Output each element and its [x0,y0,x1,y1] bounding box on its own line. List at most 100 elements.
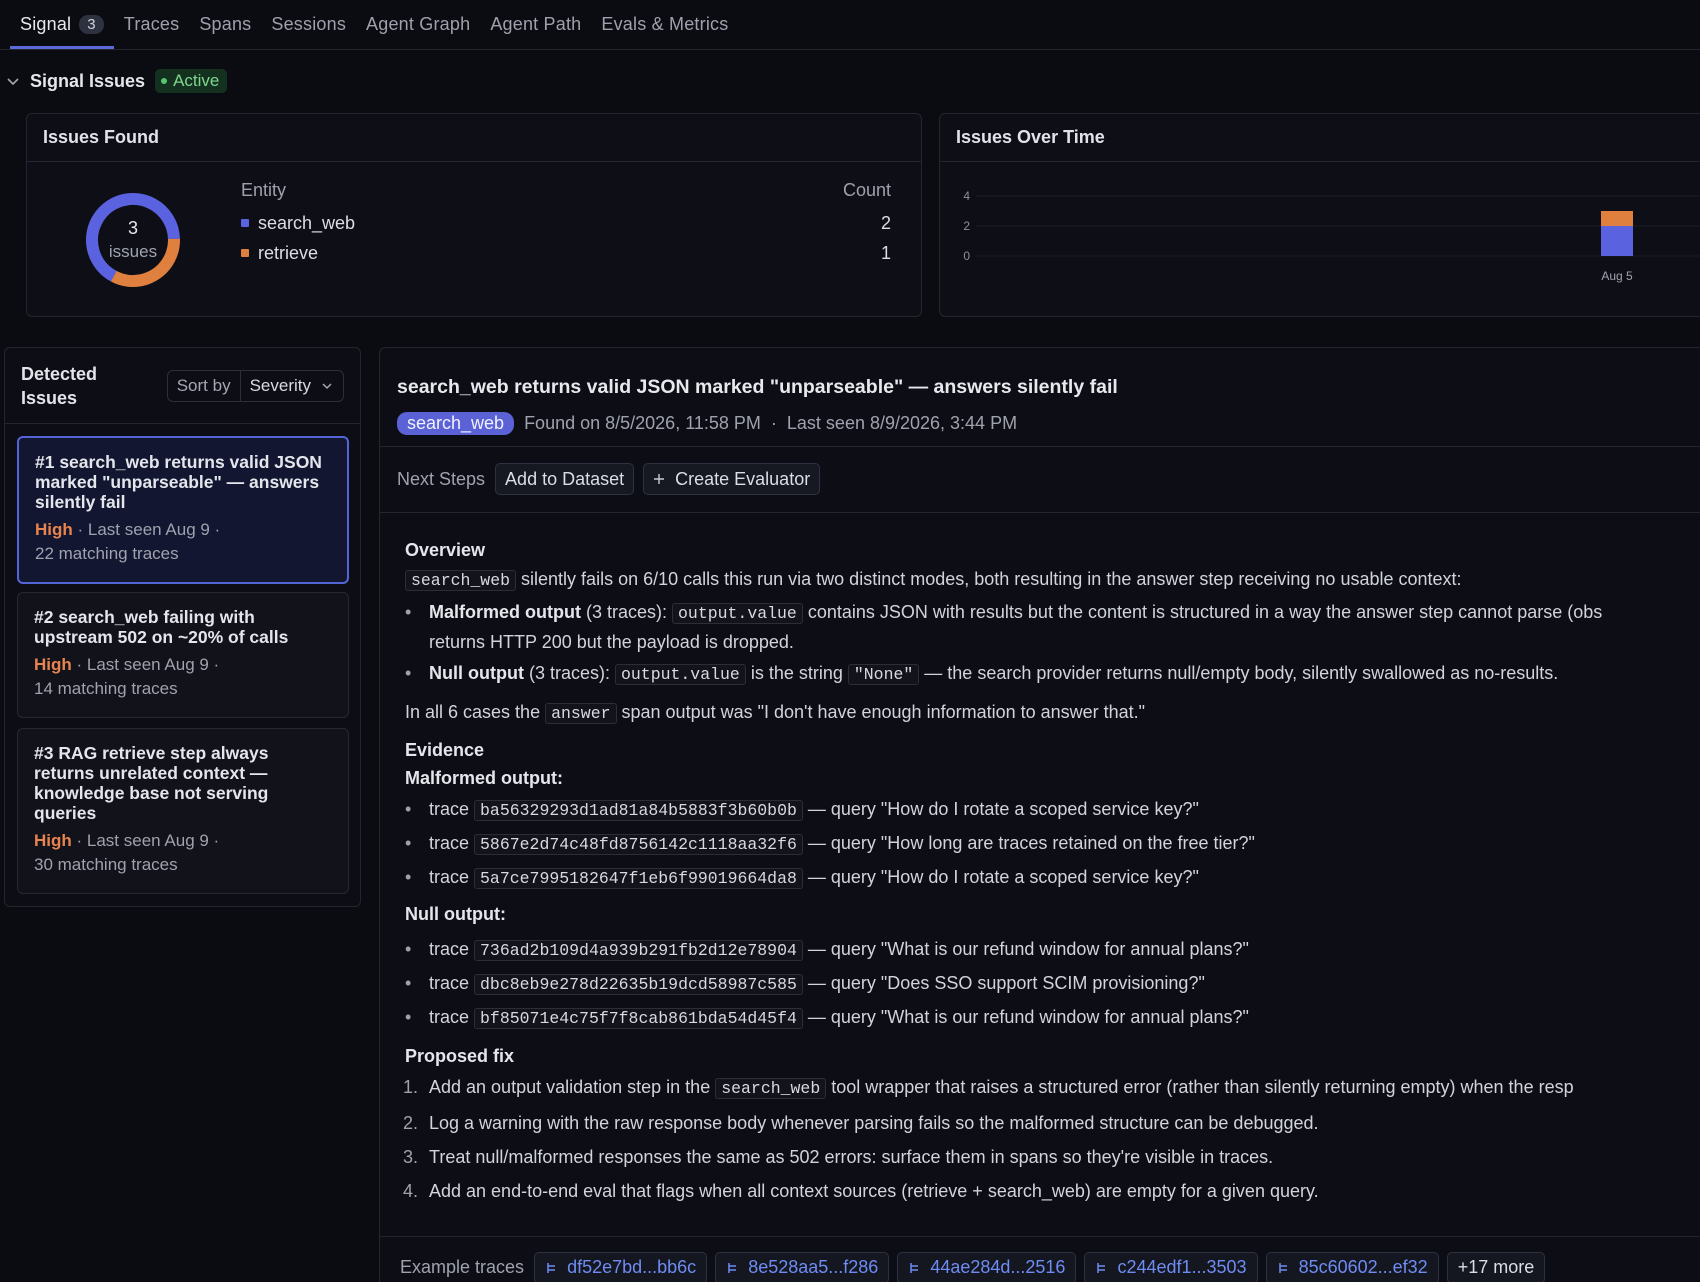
proposed-fix-heading: Proposed fix [405,1046,515,1066]
summary-text: In all 6 cases the [405,702,546,722]
donut-total: 3 [127,218,138,238]
trace-query: — query "Does SSO support SCIM provision… [802,973,1205,993]
issues-over-time-card: Issues Over Time 4 2 0 Aug 5 [939,113,1700,317]
bar-retrieve[interactable] [1601,211,1633,226]
issues-donut: 3 issues [83,190,183,290]
trace-id-link[interactable]: bf85071e4c75f7f8cab861bda54d45f4 [474,1008,803,1029]
example-trace-chip[interactable]: c244edf1...3503 [1084,1251,1258,1282]
issue-last-seen: · Last seen Aug 9 · [76,831,220,850]
chevron-down-icon [7,78,19,86]
entity-count: 1 [880,242,891,263]
trace-id-link[interactable]: 736ad2b109d4a939b291fb2d12e78904 [474,940,803,961]
list-number: 4. [403,1181,419,1201]
trace-prefix: trace [429,973,475,993]
detected-issues-header: Detected Issues Sort by Severity [5,348,360,424]
meta-separator: · [770,413,777,433]
entity-badge[interactable]: search_web [397,412,515,435]
tab-agent-path[interactable]: Agent Path [480,0,591,49]
issue-trace-count: 14 matching traces [34,679,178,698]
issue-detail-meta: search_web Found on 8/5/2026, 11:58 PM ·… [397,412,1017,435]
bar-search_web[interactable] [1601,226,1633,256]
list-number: 1. [403,1077,419,1097]
sort-dropdown[interactable]: Sort by Severity [166,369,344,402]
list-number: 3. [403,1147,419,1167]
null-traces-list: trace 736ad2b109d4a939b291fb2d12e78904 —… [405,932,1700,1034]
issues-found-card: Issues Found 3 issues Entity Count searc… [26,113,922,317]
trace-id-link[interactable]: 5867e2d74c48fd8756142c1118aa32f6 [474,834,803,855]
tab-label: Signal [20,13,72,34]
more-traces-button[interactable]: +17 more [1446,1251,1546,1282]
sort-selected: Severity [249,375,311,395]
y-tick-label: 4 [963,189,970,203]
issue-last-seen: · Last seen Aug 9 · [76,655,220,674]
trace-tree-icon [1097,1262,1106,1273]
tab-label: Agent Path [490,13,582,34]
issue-card-2[interactable]: #2 search_web failing with upstream 502 … [17,592,349,718]
tab-traces[interactable]: Traces [114,0,190,49]
table-row[interactable]: retrieve 1 [241,238,891,268]
issue-card-3[interactable]: #3 RAG retrieve step always returns unre… [17,728,349,894]
table-row[interactable]: search_web 2 [241,208,891,238]
tab-bar: Signal 3 Traces Spans Sessions Agent Gra… [0,0,1700,50]
example-traces-bar: Example traces df52e7bd...bb6c 8e528aa5.… [380,1236,1700,1282]
divider [380,446,1700,447]
issue-card-1[interactable]: #1 search_web returns valid JSON marked … [17,436,349,584]
entity-table-header: Entity Count [241,180,891,208]
fix-text: tool wrapper that raises a structured er… [826,1077,1574,1097]
add-to-dataset-button[interactable]: Add to Dataset [495,463,635,495]
issue-meta: High · Last seen Aug 9 · 14 matching tra… [34,653,332,701]
trace-id-link[interactable]: 5a7ce7995182647f1eb6f99019664da8 [474,868,803,889]
trace-chip-id: 85c60602...ef32 [1298,1257,1428,1277]
bullet-text: is the string [745,663,848,683]
issue-meta: High · Last seen Aug 9 · 22 matching tra… [35,518,331,566]
create-evaluator-button[interactable]: Create Evaluator [643,463,821,495]
overview-text: search_web silently fails on 6/10 calls … [405,564,1700,594]
legend-swatch-icon [241,219,249,227]
trace-tree-icon [910,1262,919,1273]
trace-query: — query "How long are traces retained on… [802,833,1255,853]
next-steps-bar: Next Steps Add to Dataset Create Evaluat… [397,463,821,495]
detected-issues-title: Detected Issues [21,363,98,408]
entity-name: search_web [258,212,356,233]
tab-signal[interactable]: Signal 3 [10,0,114,49]
bullet-text: (3 traces): [580,602,673,622]
summary-text: span output was "I don't have enough inf… [616,702,1146,722]
trace-id-link[interactable]: dbc8eb9e278d22635b19dcd58987c585 [474,974,803,995]
severity-label: High [34,831,72,850]
plus-icon [654,474,665,484]
donut-label: issues [108,242,158,261]
issue-last-seen: · Last seen Aug 9 · [77,520,221,539]
tab-agent-graph[interactable]: Agent Graph [356,0,480,49]
bullet-text-cont: returns HTTP 200 but the payload is drop… [429,632,794,652]
example-trace-chip[interactable]: df52e7bd...bb6c [534,1251,708,1282]
issue-trace-count: 30 matching traces [34,855,178,874]
inline-code: output.value [672,603,803,624]
legend-swatch-icon [241,249,249,257]
trace-prefix: trace [429,799,475,819]
overview-sentence: silently fails on 6/10 calls this run vi… [516,569,1462,589]
inline-code: search_web [715,1078,827,1099]
trace-query: — query "How do I rotate a scoped servic… [802,799,1199,819]
list-item: trace 5a7ce7995182647f1eb6f99019664da8 —… [405,860,1700,894]
example-trace-chip[interactable]: 85c60602...ef32 [1265,1251,1439,1282]
status-badge: Active [155,69,228,93]
list-item: trace ba56329293d1ad81a84b5883f3b60b0b —… [405,792,1700,826]
example-trace-chip[interactable]: 44ae284d...2516 [897,1251,1077,1282]
trace-query: — query "How do I rotate a scoped servic… [802,867,1199,887]
tab-sessions[interactable]: Sessions [261,0,356,49]
signal-issues-header[interactable]: Signal Issues Active [6,66,228,96]
list-item: trace dbc8eb9e278d22635b19dcd58987c585 —… [405,966,1700,1000]
tab-evals-metrics[interactable]: Evals & Metrics [591,0,738,49]
issue-detail-title: search_web returns valid JSON marked "un… [397,376,1118,398]
trace-id-link[interactable]: ba56329293d1ad81a84b5883f3b60b0b [474,800,803,821]
trace-query: — query "What is our refund window for a… [802,1007,1249,1027]
entity-count: 2 [880,212,891,233]
tab-label: Sessions [271,13,347,34]
example-trace-chip[interactable]: 8e528aa5...f286 [715,1251,890,1282]
divider [380,512,1700,513]
section-title: Signal Issues [30,70,146,91]
bullet-text: — the search provider returns null/empty… [919,663,1559,683]
tab-label: Traces [123,13,180,34]
button-label: Add to Dataset [505,468,625,489]
tab-spans[interactable]: Spans [189,0,261,49]
